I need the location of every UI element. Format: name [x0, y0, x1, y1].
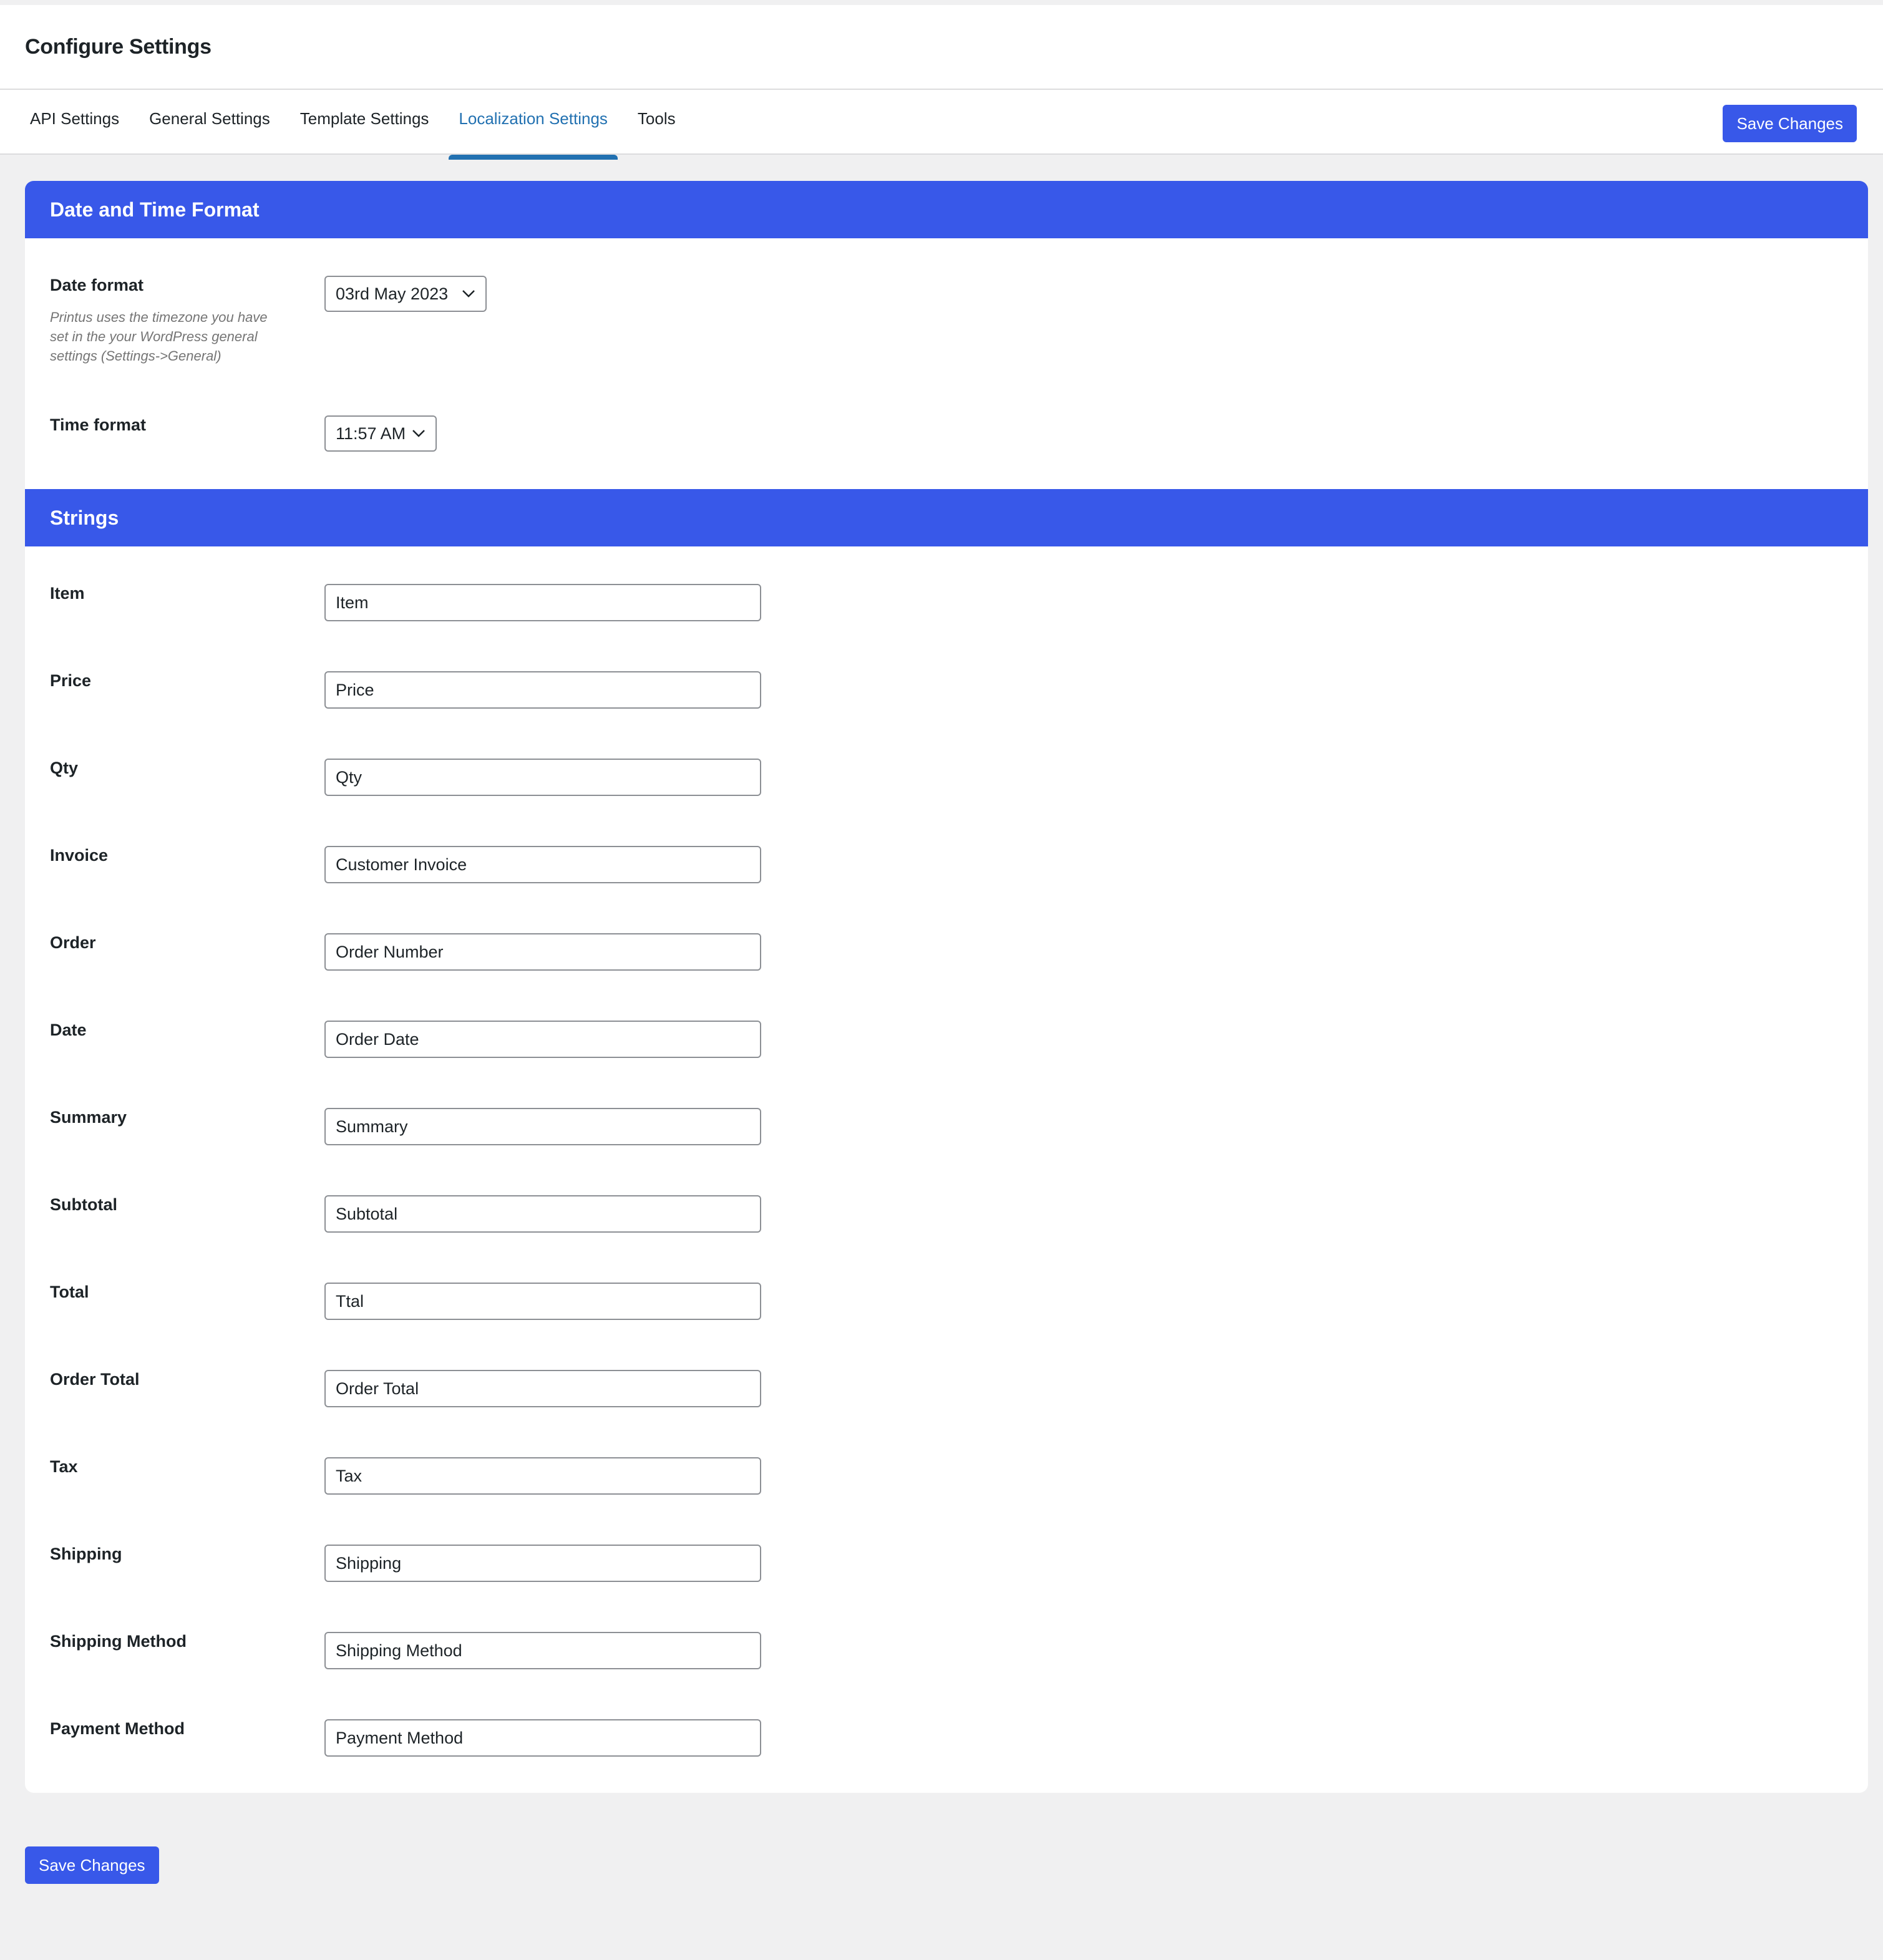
string-field-row: Tax	[25, 1457, 1868, 1495]
string-field-label: Summary	[50, 1108, 127, 1127]
string-field-input[interactable]	[324, 846, 761, 883]
time-format-value: 11:57 AM	[336, 424, 406, 443]
time-format-label: Time format	[50, 415, 147, 434]
section-header-strings: Strings	[25, 489, 1868, 546]
string-field-input[interactable]	[324, 671, 761, 709]
string-field-row: Price	[25, 671, 1868, 709]
string-field-row: Subtotal	[25, 1195, 1868, 1233]
string-field-label: Date	[50, 1021, 87, 1039]
top-strip	[0, 0, 1883, 5]
string-field-row: Qty	[25, 759, 1868, 796]
date-format-label: Date format	[50, 276, 144, 294]
string-field-row: Invoice	[25, 846, 1868, 883]
string-field-row: Item	[25, 584, 1868, 621]
page-title: Configure Settings	[25, 34, 212, 59]
string-field-label: Payment Method	[50, 1719, 185, 1738]
string-field-input[interactable]	[324, 584, 761, 621]
string-field-label: Qty	[50, 759, 79, 777]
string-field-input[interactable]	[324, 1370, 761, 1407]
string-field-label: Shipping	[50, 1545, 122, 1563]
tab-template-settings[interactable]: Template Settings	[285, 84, 444, 153]
time-format-select[interactable]: 11:57 AM	[324, 415, 437, 452]
string-field-input[interactable]	[324, 1632, 761, 1669]
string-field-row: Summary	[25, 1108, 1868, 1145]
string-field-label: Total	[50, 1283, 89, 1301]
string-field-row: Order	[25, 933, 1868, 971]
string-field-label: Invoice	[50, 846, 109, 865]
settings-card: Date and Time Format Date format Printus…	[25, 181, 1868, 1793]
string-field-row: Shipping	[25, 1545, 1868, 1582]
tab-api-settings[interactable]: API Settings	[15, 84, 134, 153]
strings-list: Item Price Qty Invoice Order Date Summary Subto…	[25, 546, 1868, 1793]
string-field-input[interactable]	[324, 1457, 761, 1495]
date-format-value: 03rd May 2023	[336, 284, 449, 303]
string-field-input[interactable]	[324, 1283, 761, 1320]
save-changes-button-top[interactable]: Save Changes	[1723, 105, 1857, 142]
string-field-row: Shipping Method	[25, 1632, 1868, 1669]
page-header: Configure Settings	[0, 5, 1883, 90]
string-field-input[interactable]	[324, 759, 761, 796]
chevron-down-icon	[412, 430, 425, 437]
tab-tools[interactable]: Tools	[623, 84, 691, 153]
string-field-input[interactable]	[324, 933, 761, 971]
string-field-input[interactable]	[324, 1108, 761, 1145]
tab-general-settings[interactable]: General Settings	[134, 84, 285, 153]
string-field-label: Price	[50, 671, 92, 690]
string-field-input[interactable]	[324, 1195, 761, 1233]
time-format-row: Time format 11:57 AM	[25, 366, 1868, 489]
chevron-down-icon	[462, 290, 475, 298]
string-field-label: Subtotal	[50, 1195, 117, 1214]
string-field-label: Item	[50, 584, 85, 603]
string-field-input[interactable]	[324, 1719, 761, 1757]
string-field-label: Order Total	[50, 1370, 140, 1389]
date-format-row: Date format Printus uses the timezone yo…	[25, 238, 1868, 366]
string-field-input[interactable]	[324, 1021, 761, 1058]
save-changes-button-bottom[interactable]: Save Changes	[25, 1846, 159, 1884]
string-field-label: Order	[50, 933, 96, 952]
string-field-input[interactable]	[324, 1545, 761, 1582]
string-field-row: Payment Method	[25, 1719, 1868, 1757]
date-format-description: Printus uses the timezone you have set i…	[50, 309, 268, 364]
string-field-label: Tax	[50, 1457, 78, 1476]
string-field-row: Order Total	[25, 1370, 1868, 1407]
string-field-row: Total	[25, 1283, 1868, 1320]
section-header-date-time: Date and Time Format	[25, 181, 1868, 238]
string-field-row: Date	[25, 1021, 1868, 1058]
string-field-label: Shipping Method	[50, 1632, 187, 1651]
tab-localization-settings[interactable]: Localization Settings	[444, 84, 622, 160]
date-format-select[interactable]: 03rd May 2023	[324, 276, 487, 312]
settings-tabs: API Settings General Settings Template S…	[0, 90, 1883, 160]
